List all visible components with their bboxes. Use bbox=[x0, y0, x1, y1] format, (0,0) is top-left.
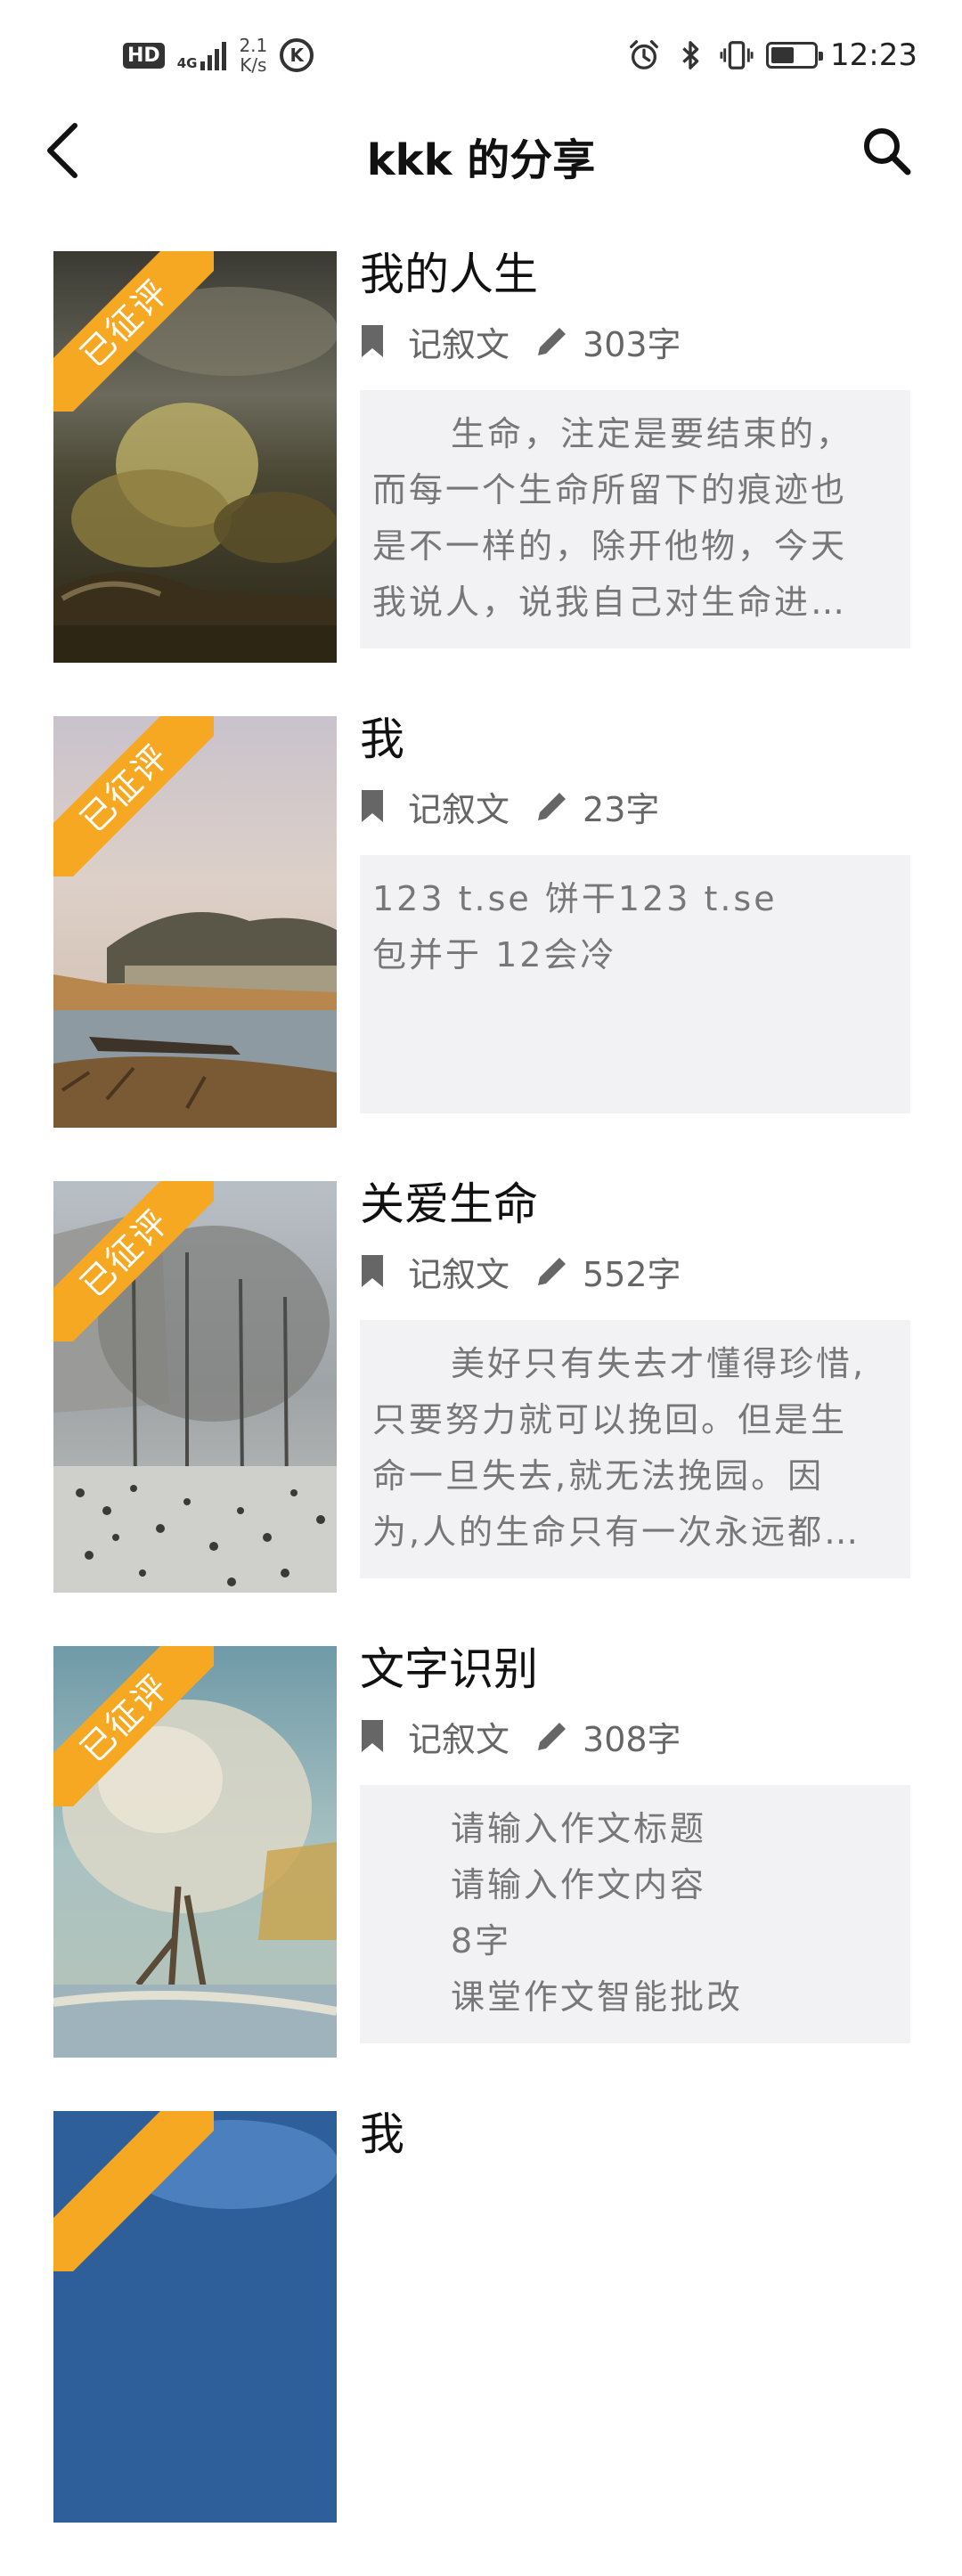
item-title: 我 bbox=[360, 2108, 404, 2160]
pencil-icon bbox=[538, 326, 568, 355]
excerpt-line: 123 t.se 饼干123 t.se bbox=[372, 879, 778, 918]
evaluated-ribbon: 已征评 bbox=[53, 716, 214, 876]
excerpt-line: 美好只有失去才懂得珍惜, bbox=[451, 1344, 867, 1383]
evaluated-badge: 已征评 bbox=[53, 251, 214, 412]
item-word-count: 23字 bbox=[583, 789, 660, 829]
page-title: kkk 的分享 bbox=[366, 135, 596, 185]
search-icon bbox=[864, 128, 911, 175]
item-genre: 记叙文 bbox=[408, 789, 510, 829]
item-title: 我的人生 bbox=[360, 249, 538, 300]
bookmark-icon bbox=[362, 325, 383, 357]
item-word-count: 552字 bbox=[583, 1254, 681, 1294]
k-badge-icon: K bbox=[280, 38, 314, 72]
item-meta: 记叙文 552字 bbox=[360, 1240, 910, 1302]
excerpt-line: 生命，注定是要结束的， bbox=[451, 414, 853, 453]
alarm-icon bbox=[630, 40, 658, 69]
list-item[interactable]: 已征评 我 记叙文 23字 123 t.se 饼干123 t.se 包并于 12… bbox=[0, 713, 962, 1181]
pencil-icon bbox=[538, 1256, 568, 1285]
item-info: 关爱生命 记叙文 552字 美好只有失去才懂得珍惜, 只要努力就可以挽回。但是生… bbox=[360, 1178, 910, 1578]
item-excerpt: 生命，注定是要结束的， 而每一个生命所留下的痕迹也 是不一样的，除开他物，今天 … bbox=[360, 390, 910, 648]
cover-image: 已征评 bbox=[53, 1181, 337, 1593]
excerpt-line: 请输入作文标题 bbox=[451, 1809, 707, 1848]
vibrate-icon bbox=[720, 41, 754, 69]
item-excerpt: 美好只有失去才懂得珍惜, 只要努力就可以挽回。但是生 命一旦失去,就无法挽园。因… bbox=[360, 1320, 910, 1578]
excerpt-line: 是不一样的，除开他物，今天 bbox=[372, 526, 848, 566]
search-button[interactable] bbox=[855, 119, 917, 182]
item-excerpt: 123 t.se 饼干123 t.se 包并于 12会冷 bbox=[360, 855, 910, 1113]
item-info: 我 bbox=[360, 2108, 910, 2170]
evaluated-ribbon: 已征评 bbox=[53, 1181, 214, 1341]
excerpt-line: 而每一个生命所留下的痕迹也 bbox=[372, 470, 848, 509]
excerpt-line: 请输入作文内容 bbox=[451, 1865, 707, 1904]
item-info: 我的人生 记叙文 303字 生命，注定是要结束的， 而每一个生命所留下的痕迹也 … bbox=[360, 249, 910, 648]
bookmark-icon bbox=[362, 1255, 383, 1287]
item-meta: 记叙文 308字 bbox=[360, 1705, 910, 1767]
network-type: 4G bbox=[176, 55, 198, 71]
item-info: 我 记叙文 23字 123 t.se 饼干123 t.se 包并于 12会冷 bbox=[360, 713, 910, 1113]
battery-icon bbox=[766, 42, 824, 69]
pencil-icon bbox=[538, 1721, 568, 1750]
item-title: 我 bbox=[360, 713, 404, 765]
bookmark-icon bbox=[362, 1720, 383, 1752]
bookmark-icon bbox=[362, 790, 383, 822]
network-speed: 2.1 K/s bbox=[239, 36, 267, 75]
excerpt-line: 8字 bbox=[451, 1921, 512, 1961]
clock: 12:23 bbox=[830, 37, 917, 73]
signal-icon: 4G bbox=[177, 40, 227, 70]
list-item[interactable]: 已征评 文字识别 记叙文 308字 请输入作文标题 请输入作文内容 8字 课堂作… bbox=[0, 1643, 962, 2111]
share-list: 已征评 我的人生 记叙文 303字 生命，注定是要结束的， 而每一个生命所留下的… bbox=[0, 249, 962, 2576]
cover-image: 已征评 bbox=[53, 1646, 337, 2058]
cover-image: 已征评 bbox=[53, 251, 337, 663]
item-title: 文字识别 bbox=[360, 1643, 538, 1695]
excerpt-line: 只要努力就可以挽回。但是生 bbox=[372, 1400, 848, 1439]
bluetooth-icon bbox=[682, 41, 699, 69]
battery-level bbox=[771, 47, 795, 63]
status-bar: HD 4G 2.1 K/s K 12:23 bbox=[0, 0, 962, 116]
item-meta: 记叙文 303字 bbox=[360, 310, 910, 372]
evaluated-ribbon: 已征评 bbox=[53, 251, 214, 412]
evaluated-ribbon: 已征评 bbox=[53, 1646, 214, 1806]
item-word-count: 303字 bbox=[583, 324, 681, 364]
excerpt-line: 命一旦失去,就无法挽园。因 bbox=[372, 1456, 825, 1496]
item-genre: 记叙文 bbox=[408, 324, 510, 364]
evaluated-badge: 已征评 bbox=[53, 1646, 214, 1806]
item-meta: 记叙文 23字 bbox=[360, 775, 910, 837]
network-speed-value: 2.1 bbox=[239, 35, 268, 56]
evaluated-badge bbox=[53, 2111, 214, 2271]
excerpt-line: 课堂作文智能批改 bbox=[451, 1977, 744, 2017]
evaluated-ribbon bbox=[53, 2111, 214, 2271]
item-info: 文字识别 记叙文 308字 请输入作文标题 请输入作文内容 8字 课堂作文智能批… bbox=[360, 1643, 910, 2043]
hd-icon: HD bbox=[123, 42, 165, 69]
list-item[interactable]: 我 bbox=[0, 2108, 962, 2576]
status-left: HD 4G 2.1 K/s K bbox=[123, 36, 314, 75]
cover-image bbox=[53, 2111, 337, 2523]
evaluated-badge: 已征评 bbox=[53, 716, 214, 876]
excerpt-line: 包并于 12会冷 bbox=[372, 935, 617, 974]
excerpt-line: 为,人的生命只有一次永远都… bbox=[372, 1512, 861, 1552]
item-genre: 记叙文 bbox=[408, 1254, 510, 1294]
list-item[interactable]: 已征评 我的人生 记叙文 303字 生命，注定是要结束的， 而每一个生命所留下的… bbox=[0, 249, 962, 716]
list-item[interactable]: 已征评 关爱生命 记叙文 552字 美好只有失去才懂得珍惜, 只要努力就可以挽回… bbox=[0, 1178, 962, 1646]
cover-image: 已征评 bbox=[53, 716, 337, 1128]
item-word-count: 308字 bbox=[583, 1719, 681, 1759]
item-excerpt: 请输入作文标题 请输入作文内容 8字 课堂作文智能批改 bbox=[360, 1785, 910, 2043]
status-right: 12:23 bbox=[627, 37, 917, 73]
nav-bar: kkk 的分享 bbox=[0, 107, 962, 196]
item-title: 关爱生命 bbox=[360, 1178, 538, 1230]
pencil-icon bbox=[538, 791, 568, 820]
evaluated-badge: 已征评 bbox=[53, 1181, 214, 1341]
item-genre: 记叙文 bbox=[408, 1719, 510, 1759]
network-speed-unit: K/s bbox=[240, 54, 267, 76]
excerpt-line: 我说人，说我自己对生命进… bbox=[372, 583, 848, 622]
